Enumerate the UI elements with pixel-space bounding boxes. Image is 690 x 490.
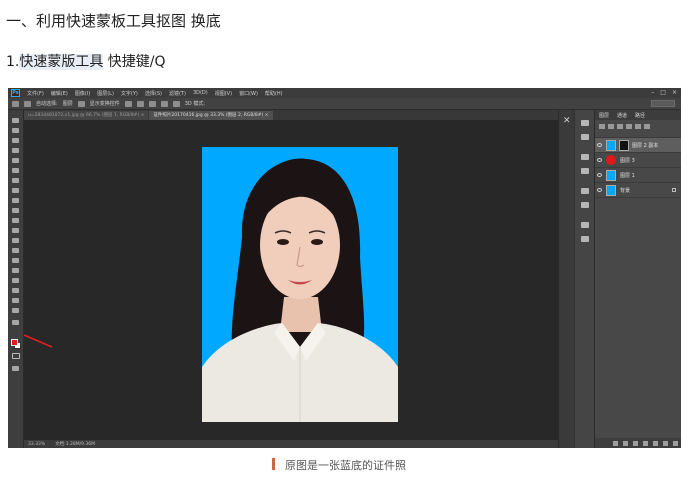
- image-caption: 原图是一张蓝底的证件照: [285, 459, 406, 472]
- caption-accent-bar: [272, 458, 275, 470]
- red-arrow-annotation: [23, 334, 53, 348]
- annotation-overlay: [23, 334, 53, 348]
